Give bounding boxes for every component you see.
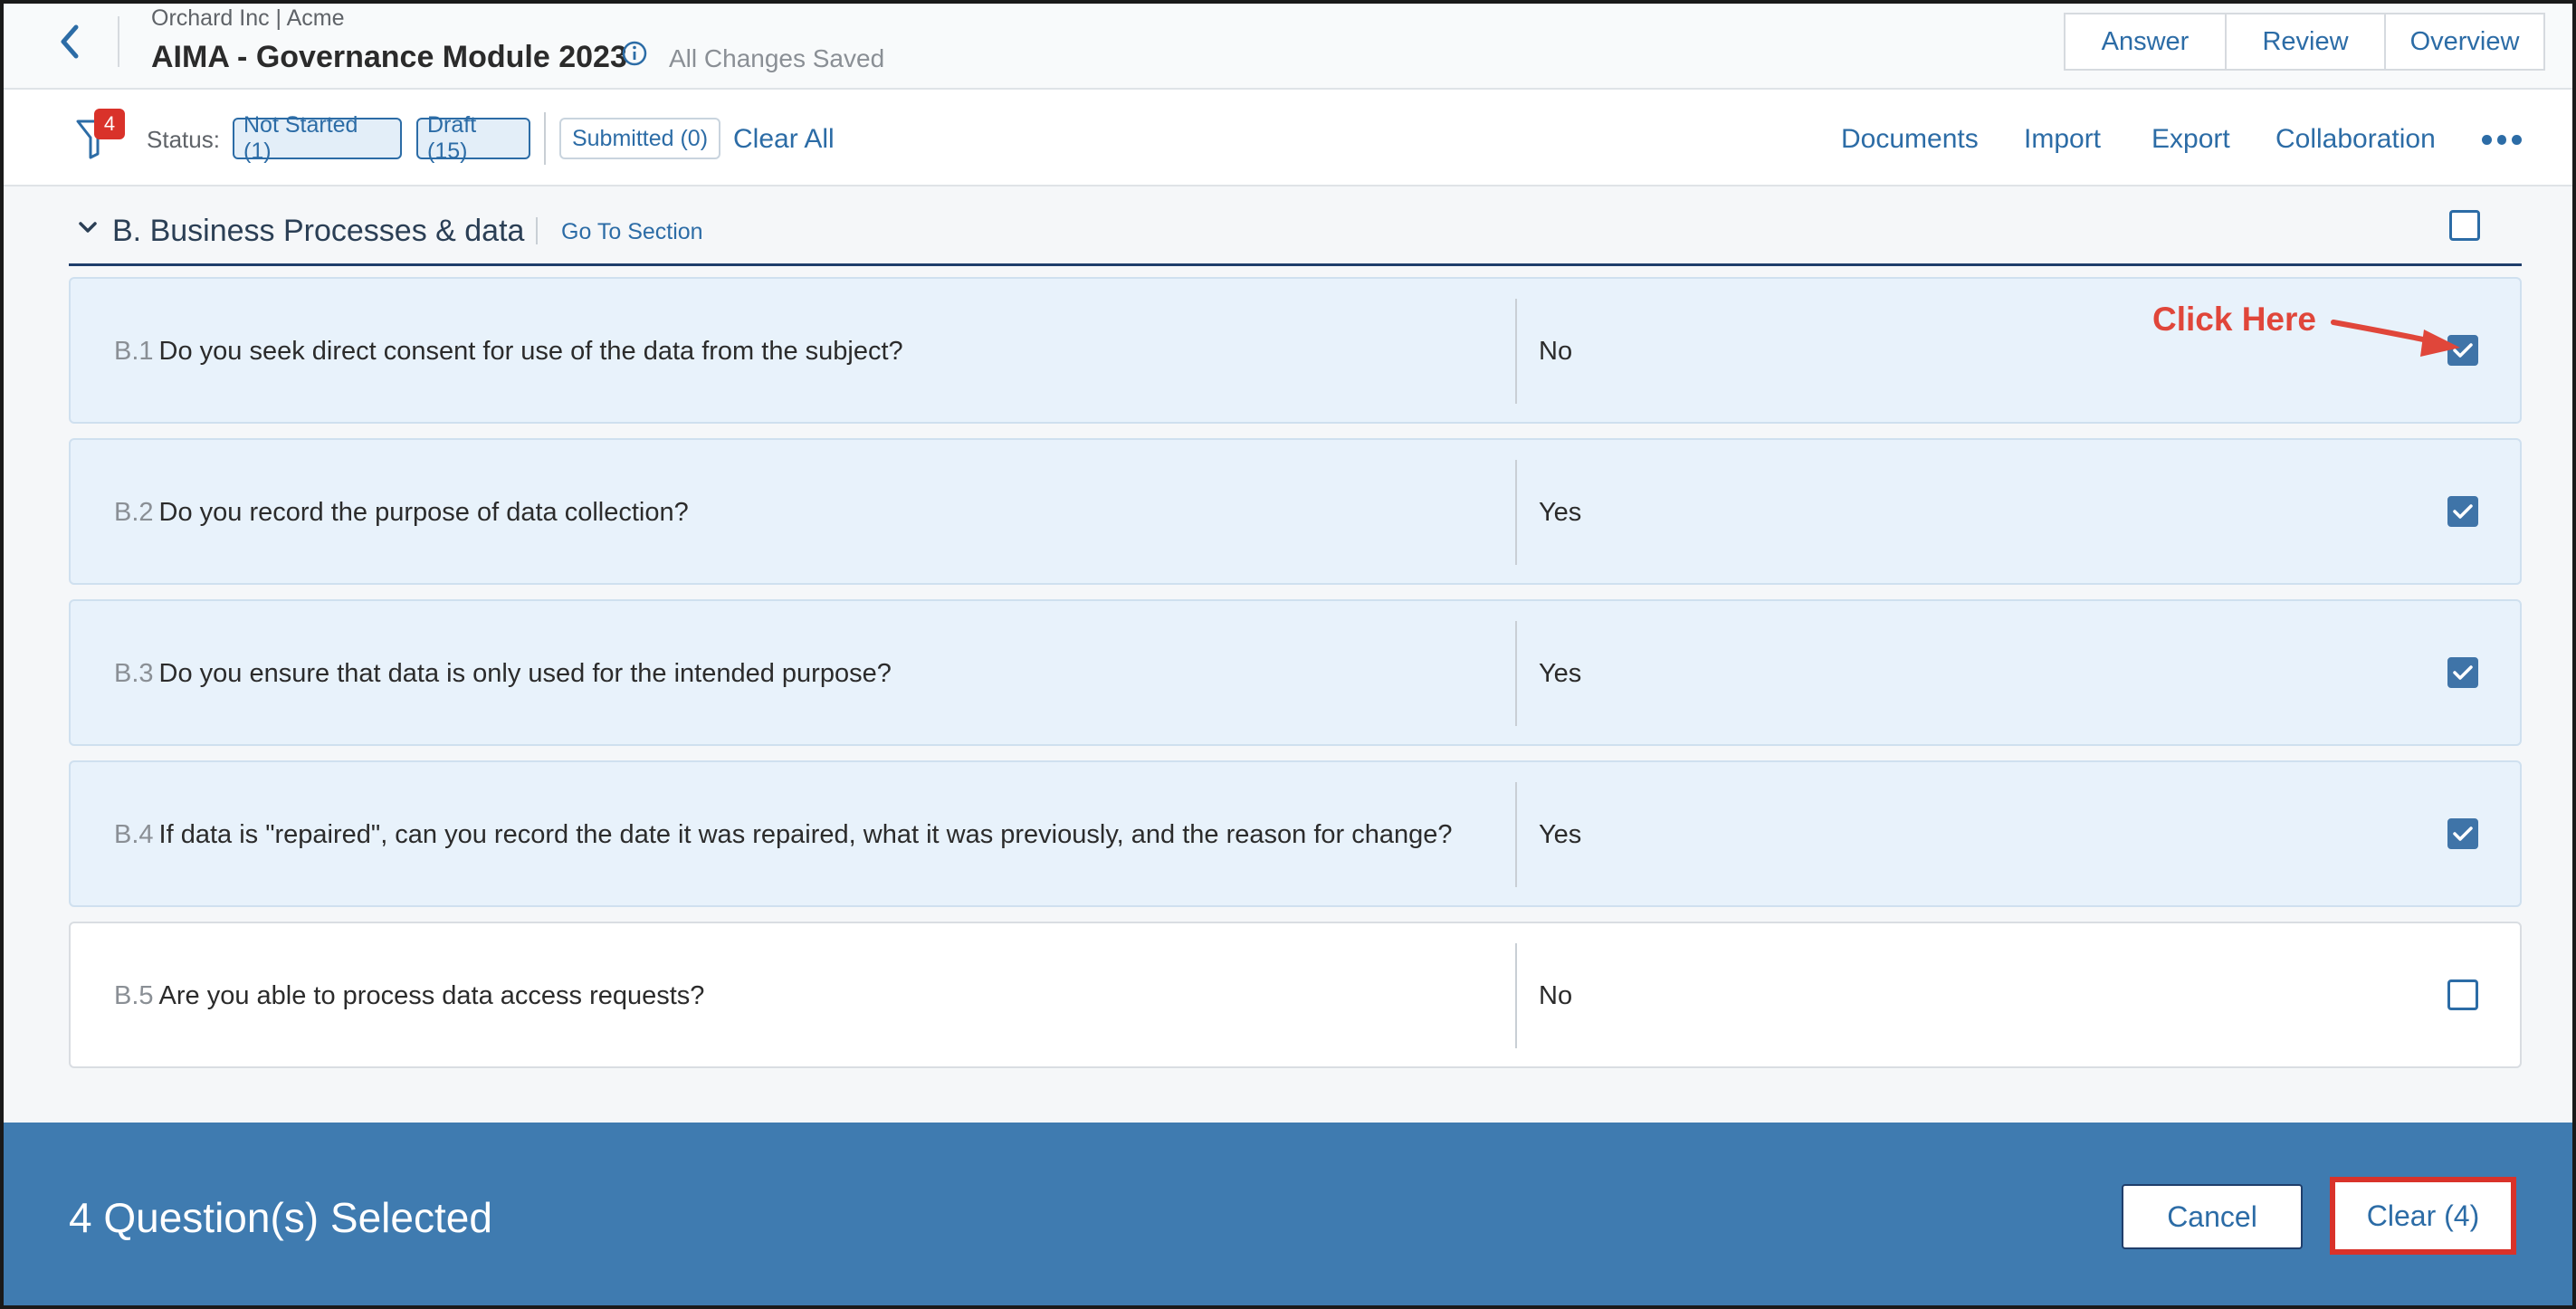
question-checkbox[interactable] <box>2447 496 2478 527</box>
clear-button-highlight: Clear (4) <box>2330 1177 2516 1255</box>
checkmark-icon <box>2453 504 2473 519</box>
breadcrumb: Orchard Inc | Acme <box>151 5 345 31</box>
selection-footer: 4 Question(s) Selected Cancel Clear (4) <box>4 1123 2572 1305</box>
question-row-b2[interactable]: B.2 Do you record the purpose of data col… <box>69 438 2522 585</box>
header: Orchard Inc | Acme AIMA - Governance Mod… <box>4 4 2572 90</box>
question-text: B.1 Do you seek direct consent for use of… <box>114 337 903 367</box>
section-select-checkbox[interactable] <box>2449 210 2480 241</box>
app-window: Orchard Inc | Acme AIMA - Governance Mod… <box>0 0 2576 1309</box>
question-number: B.2 <box>114 498 154 527</box>
section-title: B. Business Processes & data <box>112 214 525 248</box>
tab-review[interactable]: Review <box>2225 13 2386 71</box>
documents-link[interactable]: Documents <box>1841 124 1979 155</box>
question-number: B.3 <box>114 659 154 688</box>
export-link[interactable]: Export <box>2151 124 2230 155</box>
row-divider <box>1515 460 1517 565</box>
info-icon[interactable] <box>621 40 648 67</box>
question-answer: No <box>1539 981 1573 1010</box>
annotation-arrow-icon <box>2331 320 2460 357</box>
chip-draft[interactable]: Draft (15) <box>416 112 530 164</box>
tab-overview[interactable]: Overview <box>2384 13 2545 71</box>
question-number: B.4 <box>114 820 154 849</box>
row-divider <box>1515 943 1517 1048</box>
question-answer: Yes <box>1539 820 1582 849</box>
section-header: B. Business Processes & data Go To Secti… <box>69 196 2522 266</box>
clear-all-link[interactable]: Clear All <box>733 124 835 155</box>
question-row-b3[interactable]: B.3 Do you ensure that data is only used … <box>69 599 2522 746</box>
row-divider <box>1515 299 1517 404</box>
question-row-b1[interactable]: B.1 Do you seek direct consent for use of… <box>69 277 2522 424</box>
mode-tabs: Answer Review Overview <box>2064 13 2545 71</box>
section-separator <box>536 217 538 244</box>
status-label: Status: <box>147 126 220 153</box>
header-divider <box>118 16 119 67</box>
question-number: B.1 <box>114 337 154 366</box>
checkmark-icon <box>2453 665 2473 680</box>
filter-count-badge: 4 <box>94 109 125 139</box>
page-title: AIMA - Governance Module 2023 <box>151 40 627 74</box>
toolbar-separator <box>544 112 546 165</box>
tab-answer[interactable]: Answer <box>2064 13 2227 71</box>
question-text: B.5 Are you able to process data access r… <box>114 981 704 1011</box>
question-checkbox[interactable] <box>2447 657 2478 688</box>
question-text: B.4 If data is "repaired", can you record… <box>114 820 1453 850</box>
chevron-down-icon[interactable] <box>74 214 101 241</box>
row-divider <box>1515 782 1517 887</box>
question-text: B.2 Do you record the purpose of data col… <box>114 498 689 528</box>
collaboration-link[interactable]: Collaboration <box>2275 124 2436 155</box>
chevron-left-icon <box>61 24 79 59</box>
selected-count: 4 Question(s) Selected <box>69 1194 492 1241</box>
question-label: Do you record the purpose of data collec… <box>158 498 689 527</box>
question-answer: Yes <box>1539 498 1582 527</box>
more-options-icon[interactable] <box>2482 130 2523 148</box>
question-number: B.5 <box>114 981 154 1010</box>
question-label: Are you able to process data access requ… <box>158 981 705 1010</box>
import-link[interactable]: Import <box>2024 124 2101 155</box>
checkmark-icon <box>2453 826 2473 841</box>
row-divider <box>1515 621 1517 726</box>
question-label: Do you ensure that data is only used for… <box>158 659 892 688</box>
question-answer: Yes <box>1539 659 1582 688</box>
back-button[interactable] <box>47 16 92 67</box>
question-row-b4[interactable]: B.4 If data is "repaired", can you record… <box>69 760 2522 907</box>
chip-submitted[interactable]: Submitted (0) <box>559 118 720 159</box>
question-answer: No <box>1539 337 1573 366</box>
question-row-b5[interactable]: B.5 Are you able to process data access r… <box>69 922 2522 1068</box>
click-here-annotation: Click Here <box>2152 301 2316 338</box>
chip-not-started[interactable]: Not Started (1) <box>233 112 402 164</box>
go-to-section-link[interactable]: Go To Section <box>561 219 703 245</box>
cancel-button[interactable]: Cancel <box>2122 1184 2303 1249</box>
clear-button[interactable]: Clear (4) <box>2339 1185 2507 1247</box>
question-label: Do you seek direct consent for use of th… <box>158 337 903 366</box>
save-status: All Changes Saved <box>669 44 885 72</box>
question-text: B.3 Do you ensure that data is only used … <box>114 659 892 689</box>
question-checkbox[interactable] <box>2447 818 2478 849</box>
question-checkbox[interactable] <box>2447 979 2478 1010</box>
question-label: If data is "repaired", can you record th… <box>158 820 1453 849</box>
